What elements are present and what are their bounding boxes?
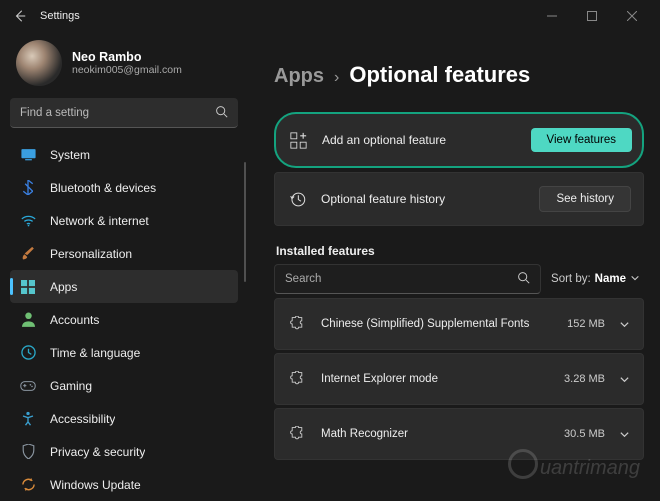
feature-name: Internet Explorer mode xyxy=(321,372,564,386)
chevron-down-icon xyxy=(617,429,631,440)
sidebar-item-privacy-security[interactable]: Privacy & security xyxy=(10,435,238,468)
sort-value: Name xyxy=(595,273,626,285)
feature-name: Math Recognizer xyxy=(321,427,564,441)
access-icon xyxy=(20,411,36,427)
history-label: Optional feature history xyxy=(321,192,539,206)
profile-email: neokim005@gmail.com xyxy=(72,64,182,76)
sidebar-item-label: Network & internet xyxy=(50,214,149,228)
clock-icon xyxy=(20,345,36,361)
window-title: Settings xyxy=(40,10,80,22)
sidebar-item-gaming[interactable]: Gaming xyxy=(10,369,238,402)
sidebar-item-label: Accessibility xyxy=(50,412,115,426)
sidebar-item-network-internet[interactable]: Network & internet xyxy=(10,204,238,237)
maximize-button[interactable] xyxy=(572,2,612,30)
scrollbar[interactable] xyxy=(244,162,246,282)
sidebar-item-label: Apps xyxy=(50,280,77,294)
sidebar-item-bluetooth-devices[interactable]: Bluetooth & devices xyxy=(10,171,238,204)
sidebar-item-apps[interactable]: Apps xyxy=(10,270,238,303)
system-icon xyxy=(20,147,36,163)
nav-list: System Bluetooth & devices Network & inter… xyxy=(10,138,238,501)
add-feature-card: Add an optional feature View features xyxy=(274,112,644,168)
feature-size: 30.5 MB xyxy=(564,428,605,440)
chevron-down-icon xyxy=(617,319,631,330)
add-feature-label: Add an optional feature xyxy=(322,133,531,147)
sidebar-item-windows-update[interactable]: Windows Update xyxy=(10,468,238,501)
puzzle-icon xyxy=(287,316,307,332)
feature-size: 3.28 MB xyxy=(564,373,605,385)
feature-name: Chinese (Simplified) Supplemental Fonts xyxy=(321,317,567,331)
sidebar-item-label: Privacy & security xyxy=(50,445,145,459)
arrow-left-icon xyxy=(13,9,27,23)
sort-label: Sort by: xyxy=(551,273,591,285)
bluetooth-icon xyxy=(20,180,36,196)
search-icon xyxy=(517,271,530,287)
sort-dropdown[interactable]: Sort by: Name xyxy=(551,272,644,286)
sidebar-item-label: Gaming xyxy=(50,379,92,393)
profile-card[interactable]: Neo Rambo neokim005@gmail.com xyxy=(10,36,238,98)
sidebar-item-time-language[interactable]: Time & language xyxy=(10,336,238,369)
feature-row[interactable]: Chinese (Simplified) Supplemental Fonts1… xyxy=(274,298,644,350)
history-icon xyxy=(287,191,307,208)
minimize-button[interactable] xyxy=(532,2,572,30)
installed-search-input[interactable] xyxy=(285,273,517,285)
main-content: Apps › Optional features Add an optional… xyxy=(248,32,660,500)
view-features-button[interactable]: View features xyxy=(531,128,632,152)
avatar xyxy=(16,40,62,86)
update-icon xyxy=(20,477,36,493)
sidebar-item-personalization[interactable]: Personalization xyxy=(10,237,238,270)
breadcrumb-current: Optional features xyxy=(349,62,530,88)
sidebar-item-system[interactable]: System xyxy=(10,138,238,171)
maximize-icon xyxy=(587,11,597,21)
profile-name: Neo Rambo xyxy=(72,50,182,64)
shield-icon xyxy=(20,444,36,460)
puzzle-icon xyxy=(287,426,307,442)
close-icon xyxy=(627,11,637,21)
chevron-down-icon xyxy=(617,374,631,385)
sidebar-item-accounts[interactable]: Accounts xyxy=(10,303,238,336)
wifi-icon xyxy=(20,213,36,229)
installed-heading: Installed features xyxy=(276,244,644,258)
sidebar-item-label: System xyxy=(50,148,90,162)
feature-row[interactable]: Math Recognizer30.5 MB xyxy=(274,408,644,460)
person-icon xyxy=(20,312,36,328)
sidebar-item-label: Personalization xyxy=(50,247,132,261)
settings-search-input[interactable] xyxy=(20,107,215,119)
breadcrumb: Apps › Optional features xyxy=(274,62,644,88)
feature-row[interactable]: Internet Explorer mode3.28 MB xyxy=(274,353,644,405)
feature-size: 152 MB xyxy=(567,318,605,330)
search-icon xyxy=(215,105,228,121)
apps-icon xyxy=(20,279,36,295)
sidebar-item-label: Accounts xyxy=(50,313,99,327)
brush-icon xyxy=(20,246,36,262)
sidebar-item-accessibility[interactable]: Accessibility xyxy=(10,402,238,435)
chevron-right-icon: › xyxy=(334,69,339,87)
sidebar-item-label: Windows Update xyxy=(50,478,141,492)
installed-search[interactable] xyxy=(274,264,541,294)
sidebar-item-label: Bluetooth & devices xyxy=(50,181,156,195)
sidebar-item-label: Time & language xyxy=(50,346,140,360)
feature-list: Chinese (Simplified) Supplemental Fonts1… xyxy=(274,298,644,460)
add-apps-icon xyxy=(288,132,308,149)
minimize-icon xyxy=(547,11,557,21)
gaming-icon xyxy=(20,378,36,394)
breadcrumb-parent[interactable]: Apps xyxy=(274,65,324,88)
see-history-button[interactable]: See history xyxy=(539,186,631,212)
sidebar: Neo Rambo neokim005@gmail.com System Blue… xyxy=(0,32,248,500)
settings-search[interactable] xyxy=(10,98,238,128)
chevron-down-icon xyxy=(630,272,640,286)
history-card: Optional feature history See history xyxy=(274,172,644,226)
close-button[interactable] xyxy=(612,2,652,30)
back-button[interactable] xyxy=(8,4,32,28)
puzzle-icon xyxy=(287,371,307,387)
